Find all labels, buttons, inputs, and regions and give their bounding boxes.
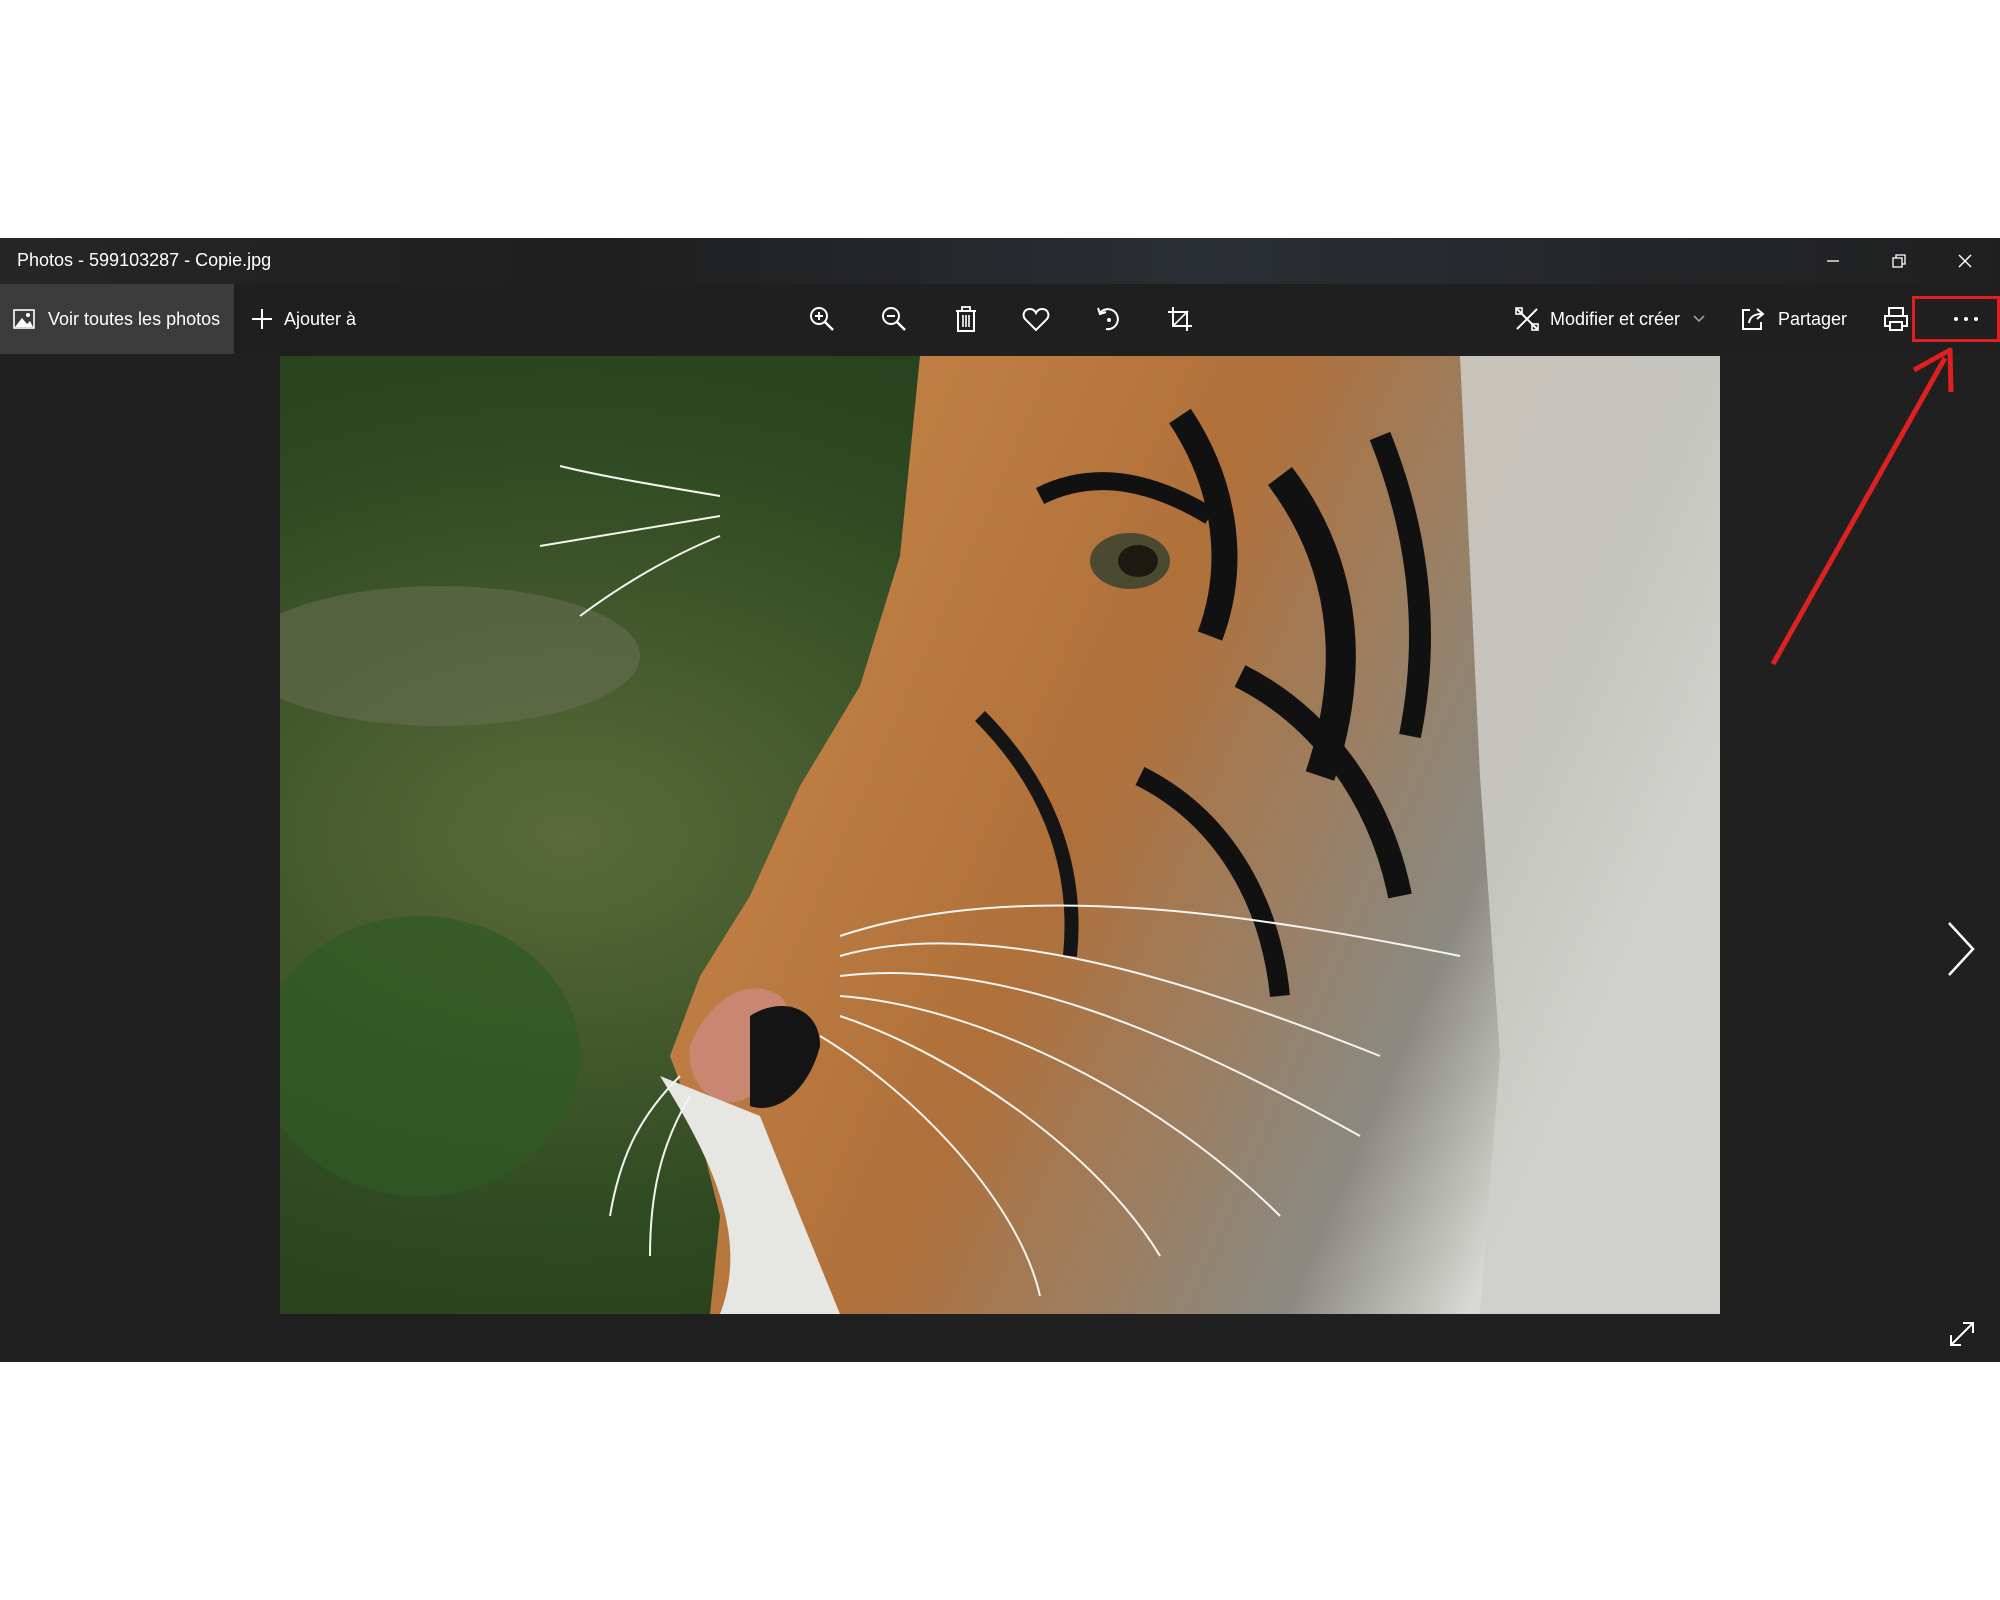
annotation-arrow-icon (1770, 347, 1954, 666)
